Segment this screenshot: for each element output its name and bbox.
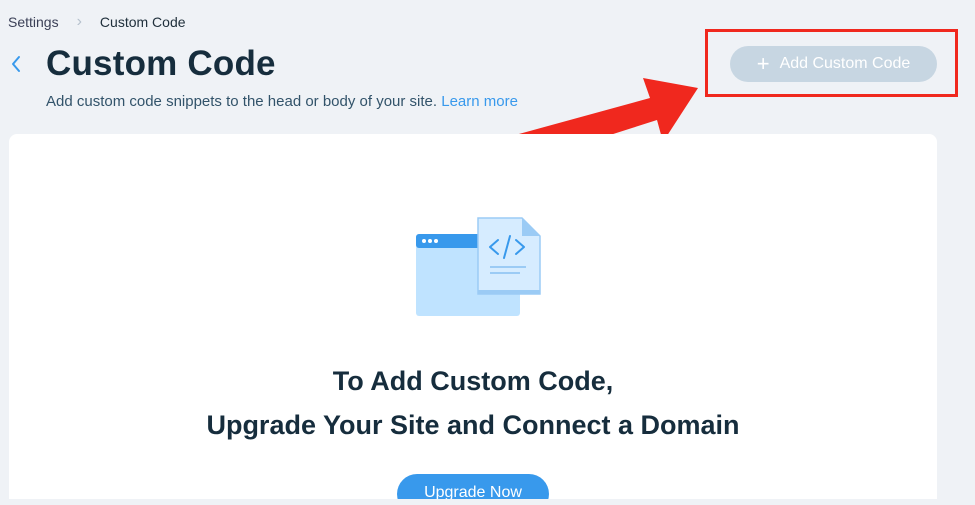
empty-state-card: To Add Custom Code, Upgrade Your Site an… bbox=[9, 134, 937, 505]
chevron-right-icon: › bbox=[76, 13, 82, 30]
code-file-icon bbox=[416, 217, 541, 316]
add-custom-code-button[interactable]: + Add Custom Code bbox=[730, 46, 937, 82]
custom-code-page: Settings › Custom Code Custom Code Add c… bbox=[0, 0, 975, 505]
empty-state-headline-1: To Add Custom Code, bbox=[332, 366, 614, 396]
breadcrumb: Settings › Custom Code bbox=[8, 13, 186, 31]
chevron-left-icon bbox=[12, 56, 20, 72]
learn-more-link[interactable]: Learn more bbox=[441, 93, 518, 110]
subtitle-text: Add custom code snippets to the head or … bbox=[46, 93, 438, 110]
breadcrumb-settings-link[interactable]: Settings bbox=[8, 14, 59, 30]
breadcrumb-current: Custom Code bbox=[99, 14, 186, 30]
page-subtitle: Add custom code snippets to the head or … bbox=[46, 93, 518, 110]
page-title: Custom Code bbox=[46, 44, 276, 83]
add-custom-code-label: Add Custom Code bbox=[779, 55, 911, 72]
empty-state-headline-2: Upgrade Your Site and Connect a Domain bbox=[206, 410, 740, 440]
plus-icon: + bbox=[756, 51, 770, 76]
back-button[interactable] bbox=[6, 51, 26, 77]
bottom-edge bbox=[0, 499, 975, 505]
